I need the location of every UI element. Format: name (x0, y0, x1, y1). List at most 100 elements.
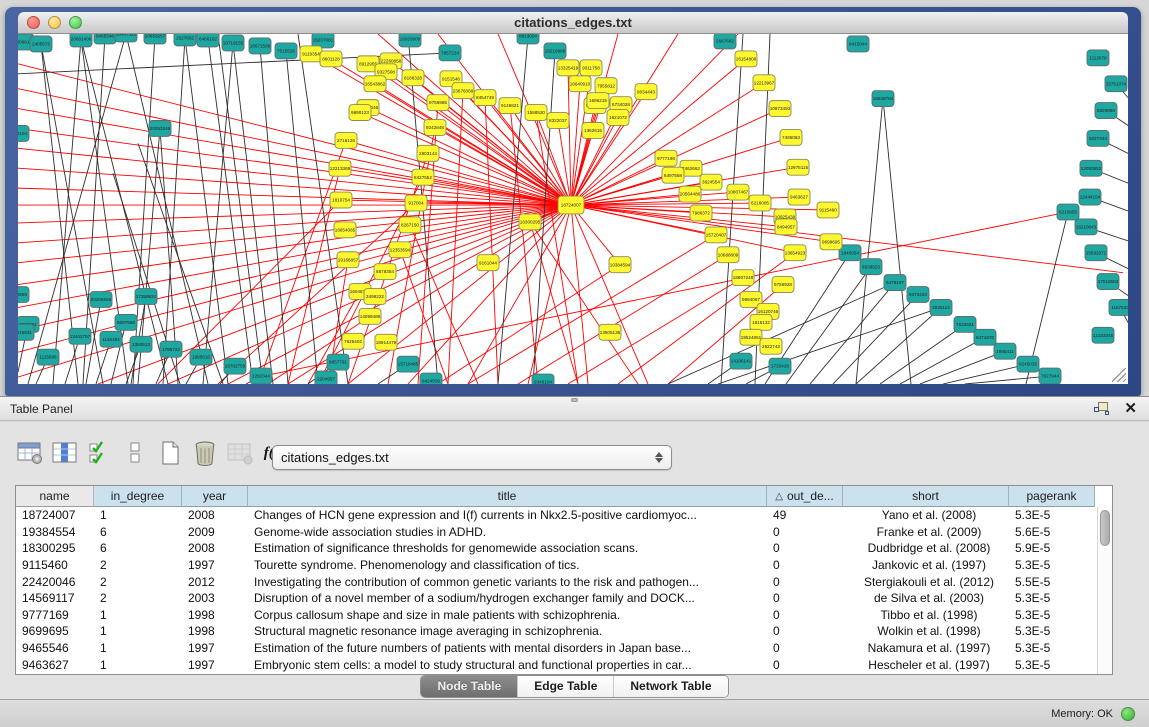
network-window-titlebar[interactable]: citations_edges.txt (18, 12, 1128, 34)
graph-node[interactable]: 9329966 (1095, 103, 1117, 119)
graph-node[interactable]: 9097588 (115, 314, 137, 330)
tab-network-table[interactable]: Network Table (614, 676, 727, 697)
graph-node[interactable]: 10807467 (727, 184, 749, 200)
table-row[interactable]: 1872400712008Changes of HCN gene express… (16, 507, 1112, 524)
graph-node[interactable]: 8415044 (847, 36, 869, 52)
graph-node[interactable]: 9756928 (772, 277, 794, 293)
graph-node[interactable]: 2803144 (417, 145, 439, 161)
window-resize-grip[interactable] (1112, 368, 1126, 382)
table-settings-icon[interactable] (14, 438, 46, 468)
graph-node[interactable]: 15751074 (1105, 76, 1127, 92)
graph-node[interactable]: 8186328 (402, 70, 424, 86)
graph-node[interactable]: 1167533 (1109, 299, 1128, 315)
graph-node[interactable]: 13325419 (557, 60, 579, 76)
graph-node[interactable]: 19166857 (337, 252, 359, 268)
graph-node[interactable]: 10384594 (609, 257, 631, 273)
graph-node[interactable]: 9146821 (499, 98, 521, 114)
graph-node[interactable]: 17016504 (1097, 274, 1119, 290)
graph-node[interactable]: 9119354 (300, 46, 322, 62)
graph-node[interactable]: 7625402 (342, 333, 364, 349)
graph-node[interactable]: 8938923 (860, 259, 882, 275)
graph-node[interactable]: 917004 (405, 195, 427, 211)
graph-node[interactable]: 9034443 (635, 84, 657, 100)
graph-node[interactable]: 7955812 (595, 78, 617, 94)
graph-node[interactable]: 9115460 (817, 202, 839, 218)
graph-node[interactable]: 9857791 (327, 354, 349, 370)
graph-node[interactable]: 16782759 (224, 358, 246, 374)
table-selector-dropdown[interactable]: citations_edges.txt (272, 445, 672, 470)
graph-node[interactable]: 16210643 (1075, 219, 1097, 235)
graph-node[interactable]: 2033104 (18, 125, 29, 141)
graph-node[interactable]: 10973493 (769, 101, 791, 117)
graph-node[interactable]: 1362615 (582, 122, 604, 138)
graph-node[interactable]: 20053346 (149, 121, 171, 137)
graph-node[interactable]: 16648784 (872, 91, 894, 107)
table-row[interactable]: 1830029562008Estimation of significance … (16, 540, 1112, 557)
graph-node[interactable]: 2204957 (315, 371, 337, 384)
column-header-name[interactable]: name (16, 486, 94, 507)
graph-node[interactable]: 6479197 (884, 275, 906, 291)
graph-node[interactable]: 18724007 (558, 196, 584, 214)
table-row[interactable]: 946362711997Embryonic stem cells: a mode… (16, 656, 1112, 673)
table-row[interactable]: 1456911722003Disruption of a novel membe… (16, 590, 1112, 607)
graph-node[interactable]: 3624554 (700, 174, 722, 190)
graph-node[interactable]: 2522742 (760, 338, 782, 354)
graph-node[interactable]: 16154808 (735, 51, 757, 67)
graph-node[interactable]: 14099489 (359, 308, 381, 324)
graph-node[interactable]: 9311758 (580, 60, 602, 76)
graph-node[interactable]: 16914479 (375, 334, 397, 350)
table-row[interactable]: 2242004622012Investigating the contribut… (16, 573, 1112, 590)
graph-node[interactable]: 16654085 (334, 222, 356, 238)
graph-node[interactable]: 9346104 (532, 374, 554, 384)
graph-node[interactable]: 1615132 (750, 314, 772, 330)
graph-node[interactable]: 16033809 (399, 34, 421, 47)
graph-node[interactable]: 2935114 (930, 299, 952, 315)
graph-node[interactable]: 9777169 (655, 150, 677, 166)
graph-node[interactable]: 15720407 (705, 227, 727, 243)
graph-node[interactable]: 12353594 (389, 242, 411, 258)
graph-node[interactable]: 18437522 (115, 34, 137, 42)
graph-node[interactable]: 20691406 (70, 34, 92, 47)
column-header-pagerank[interactable]: pagerank (1009, 486, 1095, 507)
graph-node[interactable]: 9465546 (94, 34, 116, 44)
graph-node[interactable]: 12975115 (787, 159, 809, 175)
graph-node[interactable]: 1065411 (994, 343, 1016, 359)
graph-node[interactable]: 1527602 (174, 34, 196, 46)
graph-node[interactable]: 12103345 (1092, 327, 1114, 343)
graph-node[interactable]: 9756985 (427, 95, 449, 111)
graph-node[interactable]: 15718485 (397, 356, 419, 372)
graph-node[interactable]: 1795722 (160, 341, 182, 357)
graph-node[interactable]: 17359924 (135, 289, 157, 305)
graph-node[interactable]: 18807249 (732, 270, 754, 286)
graph-node[interactable]: 1810754 (330, 192, 352, 208)
scrollbar-thumb[interactable] (1100, 510, 1110, 546)
graph-node[interactable]: 1995816 (190, 349, 212, 365)
graph-node[interactable]: 10688609 (717, 247, 739, 263)
graph-node[interactable]: 12444154 (1079, 189, 1101, 205)
graph-node[interactable]: 1696215 (587, 93, 609, 109)
graph-node[interactable]: 1115686 (37, 349, 59, 365)
graph-node[interactable]: 9463627 (788, 189, 810, 205)
graph-node[interactable]: 9227343 (1087, 130, 1109, 146)
graph-node[interactable]: 1350513 (130, 336, 152, 352)
citation-network-graph[interactable]: 1806610240557220691406946554618437522106… (18, 34, 1128, 384)
graph-node[interactable]: 2687682 (714, 34, 736, 49)
graph-node[interactable]: 20206556 (90, 292, 112, 308)
graph-node[interactable]: 8601128 (320, 51, 342, 67)
graph-node[interactable]: 6497568 (662, 167, 684, 183)
table-scrollbar[interactable] (1097, 507, 1112, 674)
column-header-title[interactable]: title (248, 486, 767, 507)
graph-node[interactable]: 12442757 (69, 328, 91, 344)
graph-node[interactable]: 16640910 (569, 76, 591, 92)
graph-node[interactable]: 8322037 (547, 113, 569, 129)
column-header-in_degree[interactable]: in_degree (94, 486, 182, 507)
graph-node[interactable]: 2405572 (30, 36, 52, 52)
graph-node[interactable]: 3498222 (364, 289, 386, 305)
close-panel-icon[interactable]: ✕ (1124, 402, 1137, 416)
graph-node[interactable]: 10653257 (144, 34, 166, 44)
graph-node[interactable]: 12213369 (329, 160, 351, 176)
graph-node[interactable]: 14196141 (730, 353, 752, 369)
graph-node[interactable]: 1292344 (250, 368, 272, 384)
row-chooser-icon[interactable] (119, 438, 151, 468)
graph-node[interactable]: 3915931 (18, 324, 34, 340)
